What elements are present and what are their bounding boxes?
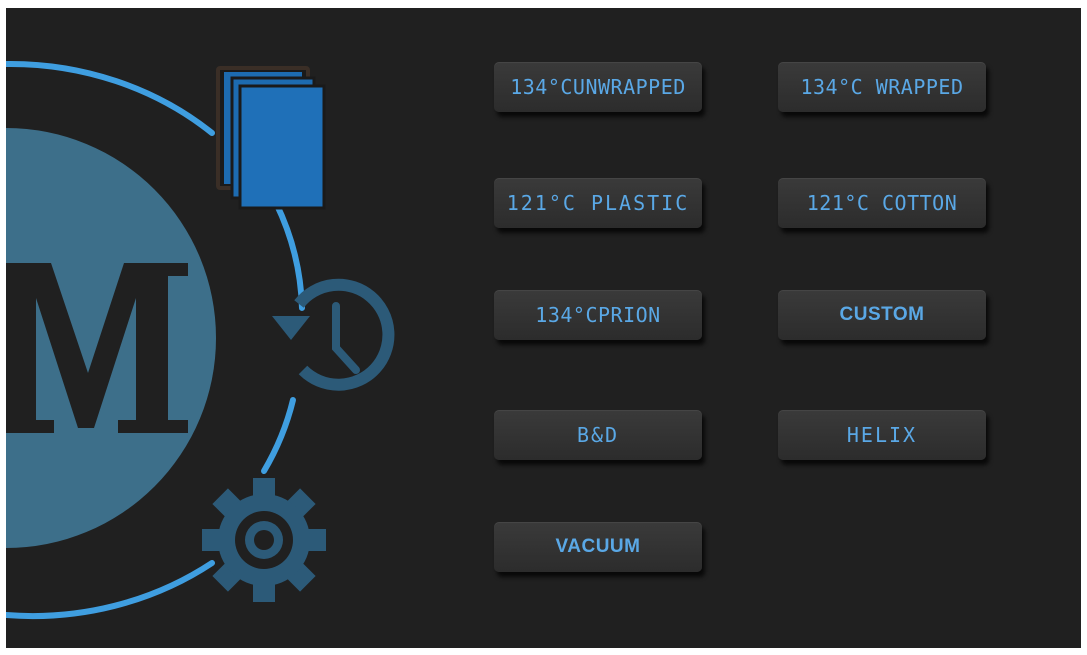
- program-134-wrapped-button[interactable]: 134°C WRAPPED: [778, 62, 986, 112]
- m-logo-icon: [6, 128, 216, 548]
- program-custom-button[interactable]: CUSTOM: [778, 290, 986, 340]
- program-helix-button[interactable]: HELIX: [778, 410, 986, 460]
- program-134-unwrapped-button[interactable]: 134°CUNWRAPPED: [494, 62, 702, 112]
- documents-icon[interactable]: [216, 66, 326, 210]
- program-121-cotton-button[interactable]: 121°C COTTON: [778, 178, 986, 228]
- program-134-prion-button[interactable]: 134°CPRION: [494, 290, 702, 340]
- program-vacuum-button[interactable]: VACUUM: [494, 522, 702, 572]
- gear-icon[interactable]: [202, 478, 326, 602]
- program-bd-button[interactable]: B&D: [494, 410, 702, 460]
- navigation-panel: [6, 8, 426, 648]
- main-screen: 134°CUNWRAPPED 134°C WRAPPED 121°C PLAST…: [6, 8, 1081, 648]
- program-121-plastic-button[interactable]: 121°C PLASTIC: [494, 178, 702, 228]
- history-clock-icon[interactable]: [272, 278, 395, 391]
